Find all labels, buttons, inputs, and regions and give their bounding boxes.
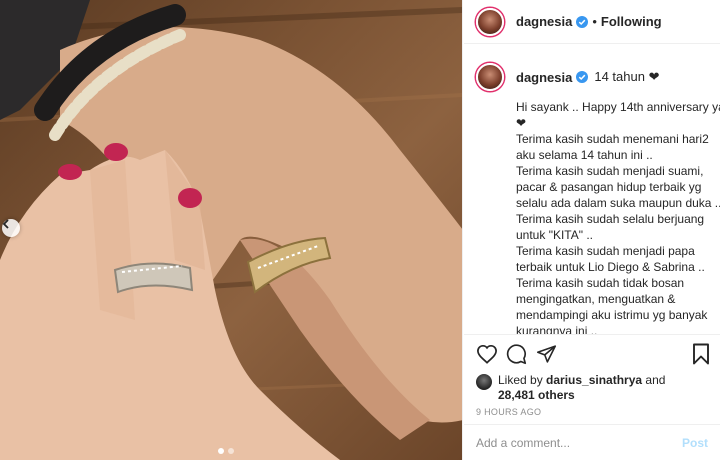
nail-3 [178, 188, 202, 208]
caption-line: pacar & pasangan hidup terbaik yg [516, 180, 702, 194]
post-timestamp[interactable]: 9 HOURS AGO [464, 407, 720, 417]
nail-1 [104, 143, 128, 161]
following-button[interactable]: Following [601, 14, 662, 29]
bookmark-icon [693, 343, 709, 365]
avatar[interactable] [476, 7, 504, 36]
photo-hands-rings [0, 0, 462, 460]
caption-line: untuk "KITA" .. [516, 228, 593, 242]
caption-line: ❤ [516, 116, 527, 130]
post-photo[interactable] [0, 0, 463, 460]
verified-badge-icon [576, 15, 589, 28]
caption-line: mendampingi aku istrimu yg banyak [516, 308, 708, 322]
likes-conjunction: and [642, 373, 666, 387]
caption-line: selalu ada dalam suka maupun duka .. [516, 196, 720, 210]
caption-username-link[interactable]: dagnesia [516, 70, 572, 85]
likes-prefix: Liked by [498, 373, 547, 387]
separator-dot: • [592, 14, 597, 29]
username-link[interactable]: dagnesia [516, 14, 572, 29]
caption-avatar[interactable] [476, 63, 504, 91]
nail-2 [58, 164, 82, 180]
carousel-dot [228, 448, 234, 454]
caption-scroll-area[interactable]: dagnesia 14 tahun ❤ Hi sayank .. Happy 1… [464, 45, 720, 335]
caption-line: Terima kasih sudah menemani hari2 [516, 132, 709, 146]
liker-username-link[interactable]: darius_sinathrya [546, 373, 642, 387]
heart-icon [477, 344, 497, 364]
post-header: dagnesia • Following [464, 0, 720, 44]
caption-line: mengingatkan, menguatkan & [516, 292, 676, 306]
post-comment-button[interactable]: Post [682, 436, 708, 450]
post-actions: Liked by darius_sinathrya and 28,481 oth… [464, 334, 720, 424]
caption-first-line: 14 tahun ❤ [594, 69, 660, 84]
comment-bar: Post [464, 424, 720, 460]
like-button[interactable] [476, 339, 506, 369]
caption-line: Terima kasih sudah selalu berjuang [516, 212, 705, 226]
likes-summary: Liked by darius_sinathrya and 28,481 oth… [464, 373, 720, 403]
caption-line: Hi sayank .. Happy 14th anniversary ya [516, 100, 720, 114]
save-button[interactable] [692, 342, 716, 366]
likes-text: Liked by darius_sinathrya and 28,481 oth… [498, 373, 665, 403]
verified-badge-icon [576, 71, 589, 83]
caption-line: terbaik untuk Lio Diego & Sabrina .. [516, 260, 705, 274]
comment-icon [506, 343, 527, 364]
liker-avatar[interactable] [476, 374, 492, 390]
comment-input[interactable] [476, 435, 682, 450]
action-bar [464, 335, 720, 373]
caption-header: dagnesia 14 tahun ❤ [476, 63, 704, 91]
comment-button[interactable] [506, 339, 536, 369]
share-button[interactable] [536, 339, 566, 369]
caption-text: Hi sayank .. Happy 14th anniversary ya ❤ T… [516, 99, 720, 335]
likes-count-link[interactable]: 28,481 others [498, 388, 575, 402]
chevron-left-icon [2, 219, 9, 229]
caption-line: Terima kasih sudah tidak bosan [516, 276, 685, 290]
caption-line: Terima kasih sudah menjadi suami, [516, 164, 704, 178]
carousel-prev-button[interactable] [2, 219, 20, 237]
caption-line: aku selama 14 tahun ini .. [516, 148, 653, 162]
caption-line: Terima kasih sudah menjadi papa [516, 244, 695, 258]
post-side-panel: dagnesia • Following dagnesia 14 tahun ❤… [464, 0, 720, 460]
carousel-dot [218, 448, 224, 454]
share-icon [536, 345, 557, 363]
carousel-indicator [218, 448, 234, 454]
